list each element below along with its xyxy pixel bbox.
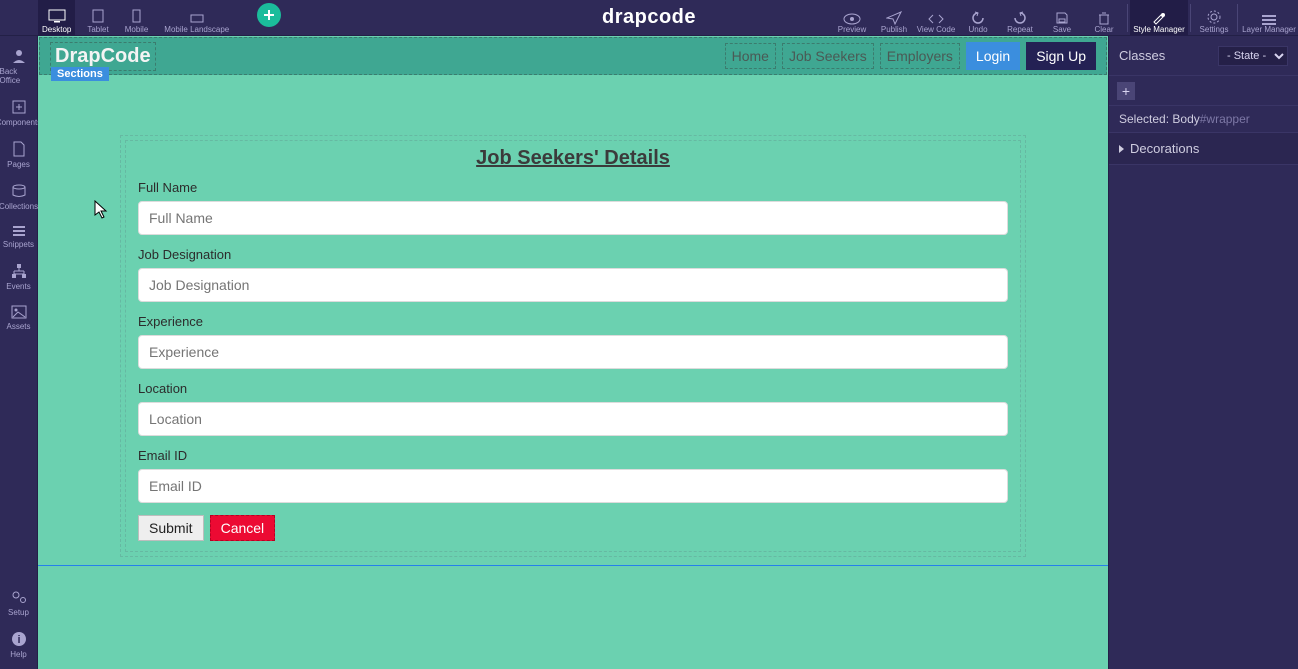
tag-add-row: +: [1109, 76, 1298, 106]
mobile-icon: [132, 9, 141, 23]
save-icon: [1055, 11, 1069, 25]
classes-label: Classes: [1119, 48, 1165, 63]
rail-label: Assets: [6, 322, 30, 331]
device-mobile[interactable]: Mobile: [121, 0, 153, 36]
tool-clear[interactable]: Clear: [1083, 0, 1125, 36]
selected-row: Selected: Body#wrapper: [1109, 106, 1298, 133]
device-label: Tablet: [87, 25, 108, 34]
rail-back-office[interactable]: Back Office: [0, 40, 38, 91]
rail-label: Pages: [7, 160, 30, 169]
tool-view-code[interactable]: View Code: [915, 0, 957, 36]
tool-style-manager[interactable]: Style Manager: [1130, 0, 1188, 36]
rail-setup[interactable]: Setup: [0, 581, 38, 623]
tool-label: Undo: [968, 25, 987, 34]
tool-layer-manager[interactable]: Layer Manager: [1240, 0, 1298, 36]
rail-bottom-group: Setup i Help: [0, 581, 38, 665]
style-manager-panel: Classes - State - + Selected: Body#wrapp…: [1108, 36, 1298, 669]
tool-repeat[interactable]: Repeat: [999, 0, 1041, 36]
decorations-accordion[interactable]: Decorations: [1109, 133, 1298, 165]
undo-icon: [970, 11, 986, 25]
classes-row: Classes - State -: [1109, 36, 1298, 76]
rail-pages[interactable]: Pages: [0, 133, 38, 175]
tool-label: Settings: [1200, 25, 1229, 34]
image-icon: [11, 305, 27, 319]
menu-icon: [1260, 13, 1278, 25]
rail-label: Help: [10, 650, 26, 659]
topbar: Desktop Tablet Mobile Mobile Landscape d…: [0, 0, 1298, 36]
rail-label: Components: [0, 118, 41, 127]
add-button[interactable]: [257, 3, 281, 27]
device-switcher: Desktop Tablet Mobile Mobile Landscape: [38, 0, 281, 36]
rail-label: Back Office: [0, 67, 38, 85]
rail-label: Collections: [0, 202, 38, 211]
tool-label: View Code: [917, 25, 956, 34]
separator: [1127, 4, 1128, 32]
tool-label: Clear: [1094, 25, 1113, 34]
cogs-icon: [10, 589, 28, 605]
tool-label: Publish: [881, 25, 907, 34]
tool-label: Save: [1053, 25, 1071, 34]
mobile-landscape-icon: [190, 14, 204, 23]
canvas[interactable]: DrapCode Sections Home Job Seekers Emplo…: [38, 36, 1108, 669]
code-icon: [927, 13, 945, 25]
device-label: Desktop: [42, 25, 71, 34]
sitemap-icon: [11, 263, 27, 279]
state-select[interactable]: - State -: [1218, 46, 1288, 66]
selected-id: #wrapper: [1200, 112, 1250, 126]
rail-assets[interactable]: Assets: [0, 297, 38, 337]
tool-label: Layer Manager: [1242, 25, 1296, 34]
desktop-icon: [48, 9, 66, 23]
selected-element: Body: [1172, 112, 1199, 126]
tool-save[interactable]: Save: [1041, 0, 1083, 36]
paint-brush-icon: [1151, 11, 1167, 25]
rail-label: Setup: [8, 608, 29, 617]
svg-text:i: i: [17, 634, 20, 646]
plus-circle-icon: [262, 8, 276, 22]
database-icon: [11, 183, 27, 199]
eye-icon: [843, 13, 861, 25]
rail-snippets[interactable]: Snippets: [0, 217, 38, 255]
rail-events[interactable]: Events: [0, 255, 38, 297]
device-label: Mobile Landscape: [164, 25, 229, 34]
rail-label: Events: [6, 282, 30, 291]
body-outline: [38, 36, 1108, 566]
user-icon: [11, 48, 27, 64]
decorations-label: Decorations: [1130, 141, 1199, 156]
caret-right-icon: [1119, 145, 1124, 153]
tool-undo[interactable]: Undo: [957, 0, 999, 36]
device-tablet[interactable]: Tablet: [83, 0, 112, 36]
tool-label: Preview: [838, 25, 866, 34]
rail-collections[interactable]: Collections: [0, 175, 38, 217]
tablet-icon: [92, 9, 104, 23]
separator: [1237, 4, 1238, 32]
rail-label: Snippets: [3, 240, 34, 249]
trash-icon: [1097, 11, 1111, 25]
topbar-tools: Preview Publish View Code Undo Repeat Sa…: [831, 0, 1298, 36]
info-circle-icon: i: [11, 631, 27, 647]
add-class-button[interactable]: +: [1117, 82, 1135, 100]
rail-help[interactable]: i Help: [0, 623, 38, 665]
device-desktop[interactable]: Desktop: [38, 0, 75, 36]
site-brand-text: DrapCode: [55, 45, 151, 67]
app-logo: drapcode: [602, 6, 696, 29]
list-icon: [11, 225, 27, 237]
sections-badge[interactable]: Sections: [51, 67, 109, 81]
redo-icon: [1012, 11, 1028, 25]
page-icon: [12, 141, 26, 157]
site-brand[interactable]: DrapCode Sections: [50, 42, 156, 71]
tool-preview[interactable]: Preview: [831, 0, 873, 36]
tool-publish[interactable]: Publish: [873, 0, 915, 36]
plus-square-icon: [11, 99, 27, 115]
tool-settings[interactable]: Settings: [1193, 0, 1235, 36]
device-mobile-landscape[interactable]: Mobile Landscape: [160, 0, 233, 36]
paper-plane-icon: [886, 11, 902, 25]
tool-label: Repeat: [1007, 25, 1033, 34]
gear-icon: [1206, 9, 1222, 25]
rail-components[interactable]: Components: [0, 91, 38, 133]
tool-label: Style Manager: [1133, 25, 1185, 34]
device-label: Mobile: [125, 25, 149, 34]
separator: [1190, 4, 1191, 32]
left-rail: Back Office Components Pages Collections…: [0, 36, 38, 669]
selected-prefix: Selected:: [1119, 112, 1169, 126]
